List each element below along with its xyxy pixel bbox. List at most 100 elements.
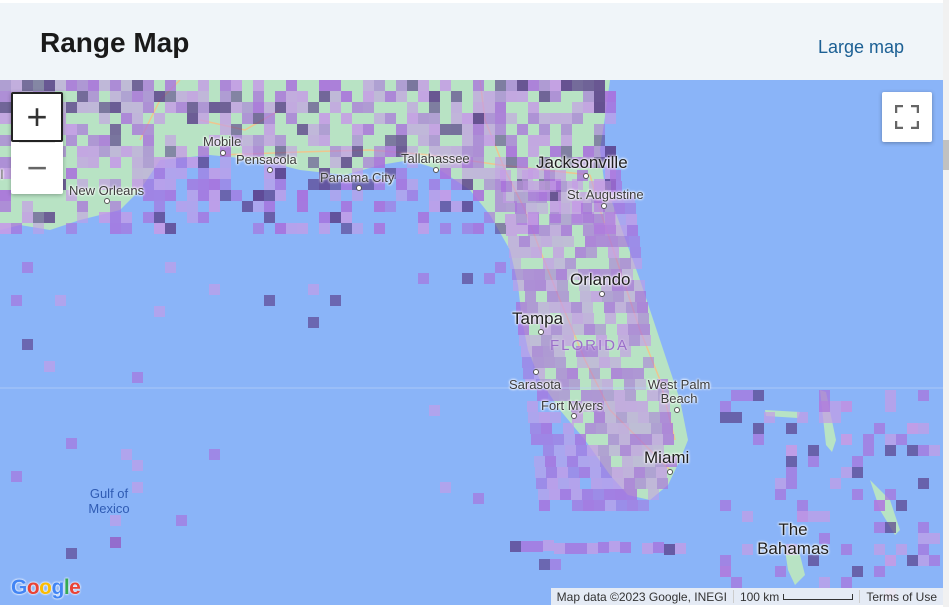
range-cell [341, 201, 352, 212]
range-cell [572, 80, 583, 91]
range-cell [495, 113, 506, 124]
range-cell [462, 168, 473, 179]
range-cell [66, 80, 77, 91]
range-cell [649, 412, 660, 423]
range-cell [617, 324, 628, 335]
range-cell [462, 124, 473, 135]
map-data-credit[interactable]: Map data ©2023 Google, INEGI [551, 590, 733, 604]
range-cell [0, 102, 11, 113]
range-cell [462, 201, 473, 212]
range-cell [495, 262, 506, 273]
range-cell [571, 489, 582, 500]
range-cell [77, 80, 88, 91]
range-cell [554, 543, 565, 554]
range-cell [165, 91, 176, 102]
range-cell [143, 179, 154, 190]
range-cell [652, 434, 663, 445]
range-cell [614, 390, 625, 401]
range-cell [742, 390, 753, 401]
range-cell [473, 146, 484, 157]
range-cell [852, 566, 863, 577]
range-cell [143, 102, 154, 113]
terms-of-use-link[interactable]: Terms of Use [860, 590, 943, 604]
range-cell [77, 124, 88, 135]
range-cell [297, 201, 308, 212]
range-cell [591, 478, 602, 489]
city-dot-st-augustine [601, 203, 607, 209]
range-cell [599, 357, 610, 368]
range-cell [110, 223, 121, 234]
range-cell [165, 157, 176, 168]
range-cell [619, 434, 630, 445]
range-cell [603, 390, 614, 401]
range-cell [604, 302, 615, 313]
range-cell [286, 102, 297, 113]
range-cell [517, 157, 528, 168]
city-dot-panama-city [356, 185, 362, 191]
range-cell [99, 80, 110, 91]
water-label-gulf-of-mexico: Gulf of Mexico [88, 486, 130, 516]
range-cell [330, 102, 341, 113]
range-cell [753, 390, 764, 401]
range-cell [132, 157, 143, 168]
range-cell [605, 500, 616, 511]
fullscreen-button[interactable] [882, 92, 932, 142]
range-cell [154, 157, 165, 168]
map-scale[interactable]: 100 km [734, 590, 859, 604]
range-cell [841, 401, 852, 412]
map-attribution-bar: Map data ©2023 Google, INEGI 100 km Term… [550, 588, 943, 605]
range-cell [198, 212, 209, 223]
range-cell [495, 157, 506, 168]
range-cell [88, 157, 99, 168]
scrollbar-thumb[interactable] [943, 140, 949, 170]
range-cell [628, 324, 639, 335]
range-cell [541, 236, 552, 247]
range-cell [385, 146, 396, 157]
large-map-link[interactable]: Large map [818, 37, 904, 58]
zoom-in-button[interactable]: + [11, 92, 63, 142]
range-cell [564, 434, 575, 445]
zoom-out-button[interactable]: − [11, 143, 63, 193]
range-cell [154, 201, 165, 212]
range-cell [510, 541, 521, 552]
range-cell [165, 102, 176, 113]
range-cell [154, 190, 165, 201]
range-cell [495, 91, 506, 102]
range-cell [657, 478, 668, 489]
range-cell [121, 146, 132, 157]
range-cell [165, 168, 176, 179]
range-cell [528, 225, 539, 236]
city-label-sarasota: Sarasota [509, 377, 562, 392]
range-cell [572, 313, 583, 324]
range-cell [819, 577, 830, 588]
range-cell [517, 91, 528, 102]
range-cell [830, 401, 841, 412]
range-cell [594, 412, 605, 423]
range-cell [629, 423, 640, 434]
range-cell [77, 212, 88, 223]
range-cell [506, 91, 517, 102]
range-cell [609, 541, 620, 552]
range-cell [593, 214, 604, 225]
range-map[interactable]: Mobile Pensacola New Orleans Panama City… [0, 80, 943, 605]
range-cell [473, 135, 484, 146]
page-scrollbar[interactable] [943, 0, 949, 607]
range-cell [330, 91, 341, 102]
city-label-mobile: Mobile [203, 134, 242, 149]
range-cell [77, 201, 88, 212]
range-cell [407, 80, 418, 91]
range-cell [808, 456, 819, 467]
range-cell [143, 190, 154, 201]
range-cell [648, 489, 659, 500]
range-cell [319, 223, 330, 234]
range-cell [896, 434, 907, 445]
range-cell [594, 91, 605, 102]
range-cell [613, 291, 624, 302]
range-cell [110, 515, 121, 526]
range-cell [594, 102, 605, 113]
range-cell [615, 489, 626, 500]
range-cell [308, 157, 319, 168]
range-cell [66, 438, 77, 449]
google-logo[interactable]: Google [11, 576, 81, 600]
range-cell [253, 102, 264, 113]
